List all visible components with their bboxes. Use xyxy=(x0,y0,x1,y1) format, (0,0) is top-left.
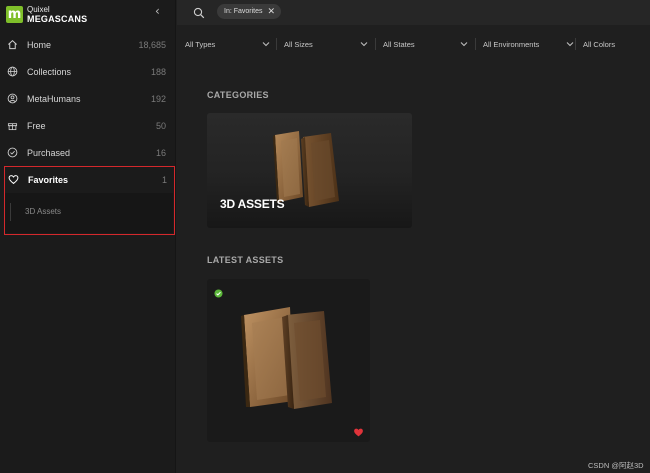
close-icon[interactable]: ✕ xyxy=(268,7,276,17)
heart-icon xyxy=(8,174,19,185)
watermark-text: CSDN @阿赵3D xyxy=(588,461,644,470)
chevron-down-icon xyxy=(360,42,368,47)
sidebar-item-label: Favorites xyxy=(28,174,69,185)
sidebar-item-favorites[interactable]: Favorites 1 xyxy=(5,167,174,192)
filter-states-dropdown[interactable]: All States xyxy=(383,32,469,56)
search-bar[interactable]: In: Favorites ✕ xyxy=(177,0,650,25)
chevron-down-icon xyxy=(262,42,270,47)
sidebar-nav: Home 18,685 Collections 188 MetaHumans 1… xyxy=(0,31,176,166)
filter-bar: All Types All Sizes All States All Envir… xyxy=(177,32,650,56)
brand-name-bottom: MEGASCANS xyxy=(27,13,88,24)
filter-chip-favorites[interactable]: In: Favorites ✕ xyxy=(217,4,282,19)
check-circle-icon xyxy=(7,147,18,158)
latest-assets-heading: LATEST ASSETS xyxy=(207,255,284,265)
sidebar-item-collections[interactable]: Collections 188 xyxy=(0,58,176,85)
filter-divider xyxy=(375,38,376,50)
chevron-down-icon xyxy=(460,42,468,47)
gift-icon xyxy=(7,120,18,131)
sidebar-item-count: 16 xyxy=(155,147,166,158)
asset-card[interactable] xyxy=(207,279,370,442)
user-circle-icon xyxy=(7,93,18,104)
megascans-logo-icon: m xyxy=(6,5,23,23)
filter-label: All Sizes xyxy=(284,39,313,49)
sidebar-subitem-3d-assets[interactable]: 3D Assets xyxy=(5,193,173,233)
filter-divider xyxy=(575,38,576,50)
sidebar-item-count: 188 xyxy=(150,66,166,77)
books-asset-image xyxy=(241,307,332,409)
sidebar-item-label: Home xyxy=(27,39,52,50)
filter-environments-dropdown[interactable]: All Environments xyxy=(483,32,575,56)
category-card-3d-assets[interactable]: 3D ASSETS xyxy=(207,113,412,228)
sidebar: m Quixel MEGASCANS ‹ Home 18,685 Collect… xyxy=(0,0,176,473)
tree-indent-line xyxy=(10,203,11,221)
filter-label: All Types xyxy=(185,39,216,49)
sidebar-item-metahumans[interactable]: MetaHumans 192 xyxy=(0,85,176,112)
globe-icon xyxy=(7,66,18,77)
filter-sizes-dropdown[interactable]: All Sizes xyxy=(284,32,370,56)
favorite-heart-icon[interactable] xyxy=(353,424,364,442)
filter-label: All Environments xyxy=(483,39,540,49)
home-icon xyxy=(7,39,18,50)
brand-logo[interactable]: m Quixel MEGASCANS xyxy=(6,4,87,24)
filter-chip-label: In: Favorites xyxy=(224,8,263,15)
categories-heading: CATEGORIES xyxy=(207,90,269,100)
sidebar-item-label: Free xyxy=(27,120,46,131)
sidebar-item-count: 1 xyxy=(161,174,167,185)
brand-name-top: Quixel xyxy=(27,4,50,14)
filter-divider xyxy=(475,38,476,50)
sidebar-item-home[interactable]: Home 18,685 xyxy=(0,31,176,58)
sidebar-item-label: MetaHumans xyxy=(27,93,81,104)
sidebar-item-count: 18,685 xyxy=(138,39,166,50)
category-card-label: 3D ASSETS xyxy=(220,197,285,211)
favorites-highlight-box: Favorites 1 3D Assets xyxy=(4,166,175,235)
filter-types-dropdown[interactable]: All Types xyxy=(185,32,271,56)
search-icon[interactable] xyxy=(193,6,205,24)
collapse-sidebar-chevron-icon[interactable]: ‹ xyxy=(155,4,160,18)
sidebar-item-purchased[interactable]: Purchased 16 xyxy=(0,139,176,166)
sidebar-item-free[interactable]: Free 50 xyxy=(0,112,176,139)
sidebar-item-label: Purchased xyxy=(27,147,71,158)
filter-label: All States xyxy=(383,39,415,49)
filter-colors-dropdown[interactable]: All Colors xyxy=(583,32,643,56)
filter-label: All Colors xyxy=(583,39,616,49)
sidebar-item-count: 50 xyxy=(155,120,166,131)
sidebar-subitem-label: 3D Assets xyxy=(25,207,62,216)
filter-divider xyxy=(276,38,277,50)
sidebar-item-label: Collections xyxy=(27,66,72,77)
downloaded-check-icon xyxy=(214,285,223,303)
chevron-down-icon xyxy=(566,42,574,47)
sidebar-item-count: 192 xyxy=(150,93,166,104)
